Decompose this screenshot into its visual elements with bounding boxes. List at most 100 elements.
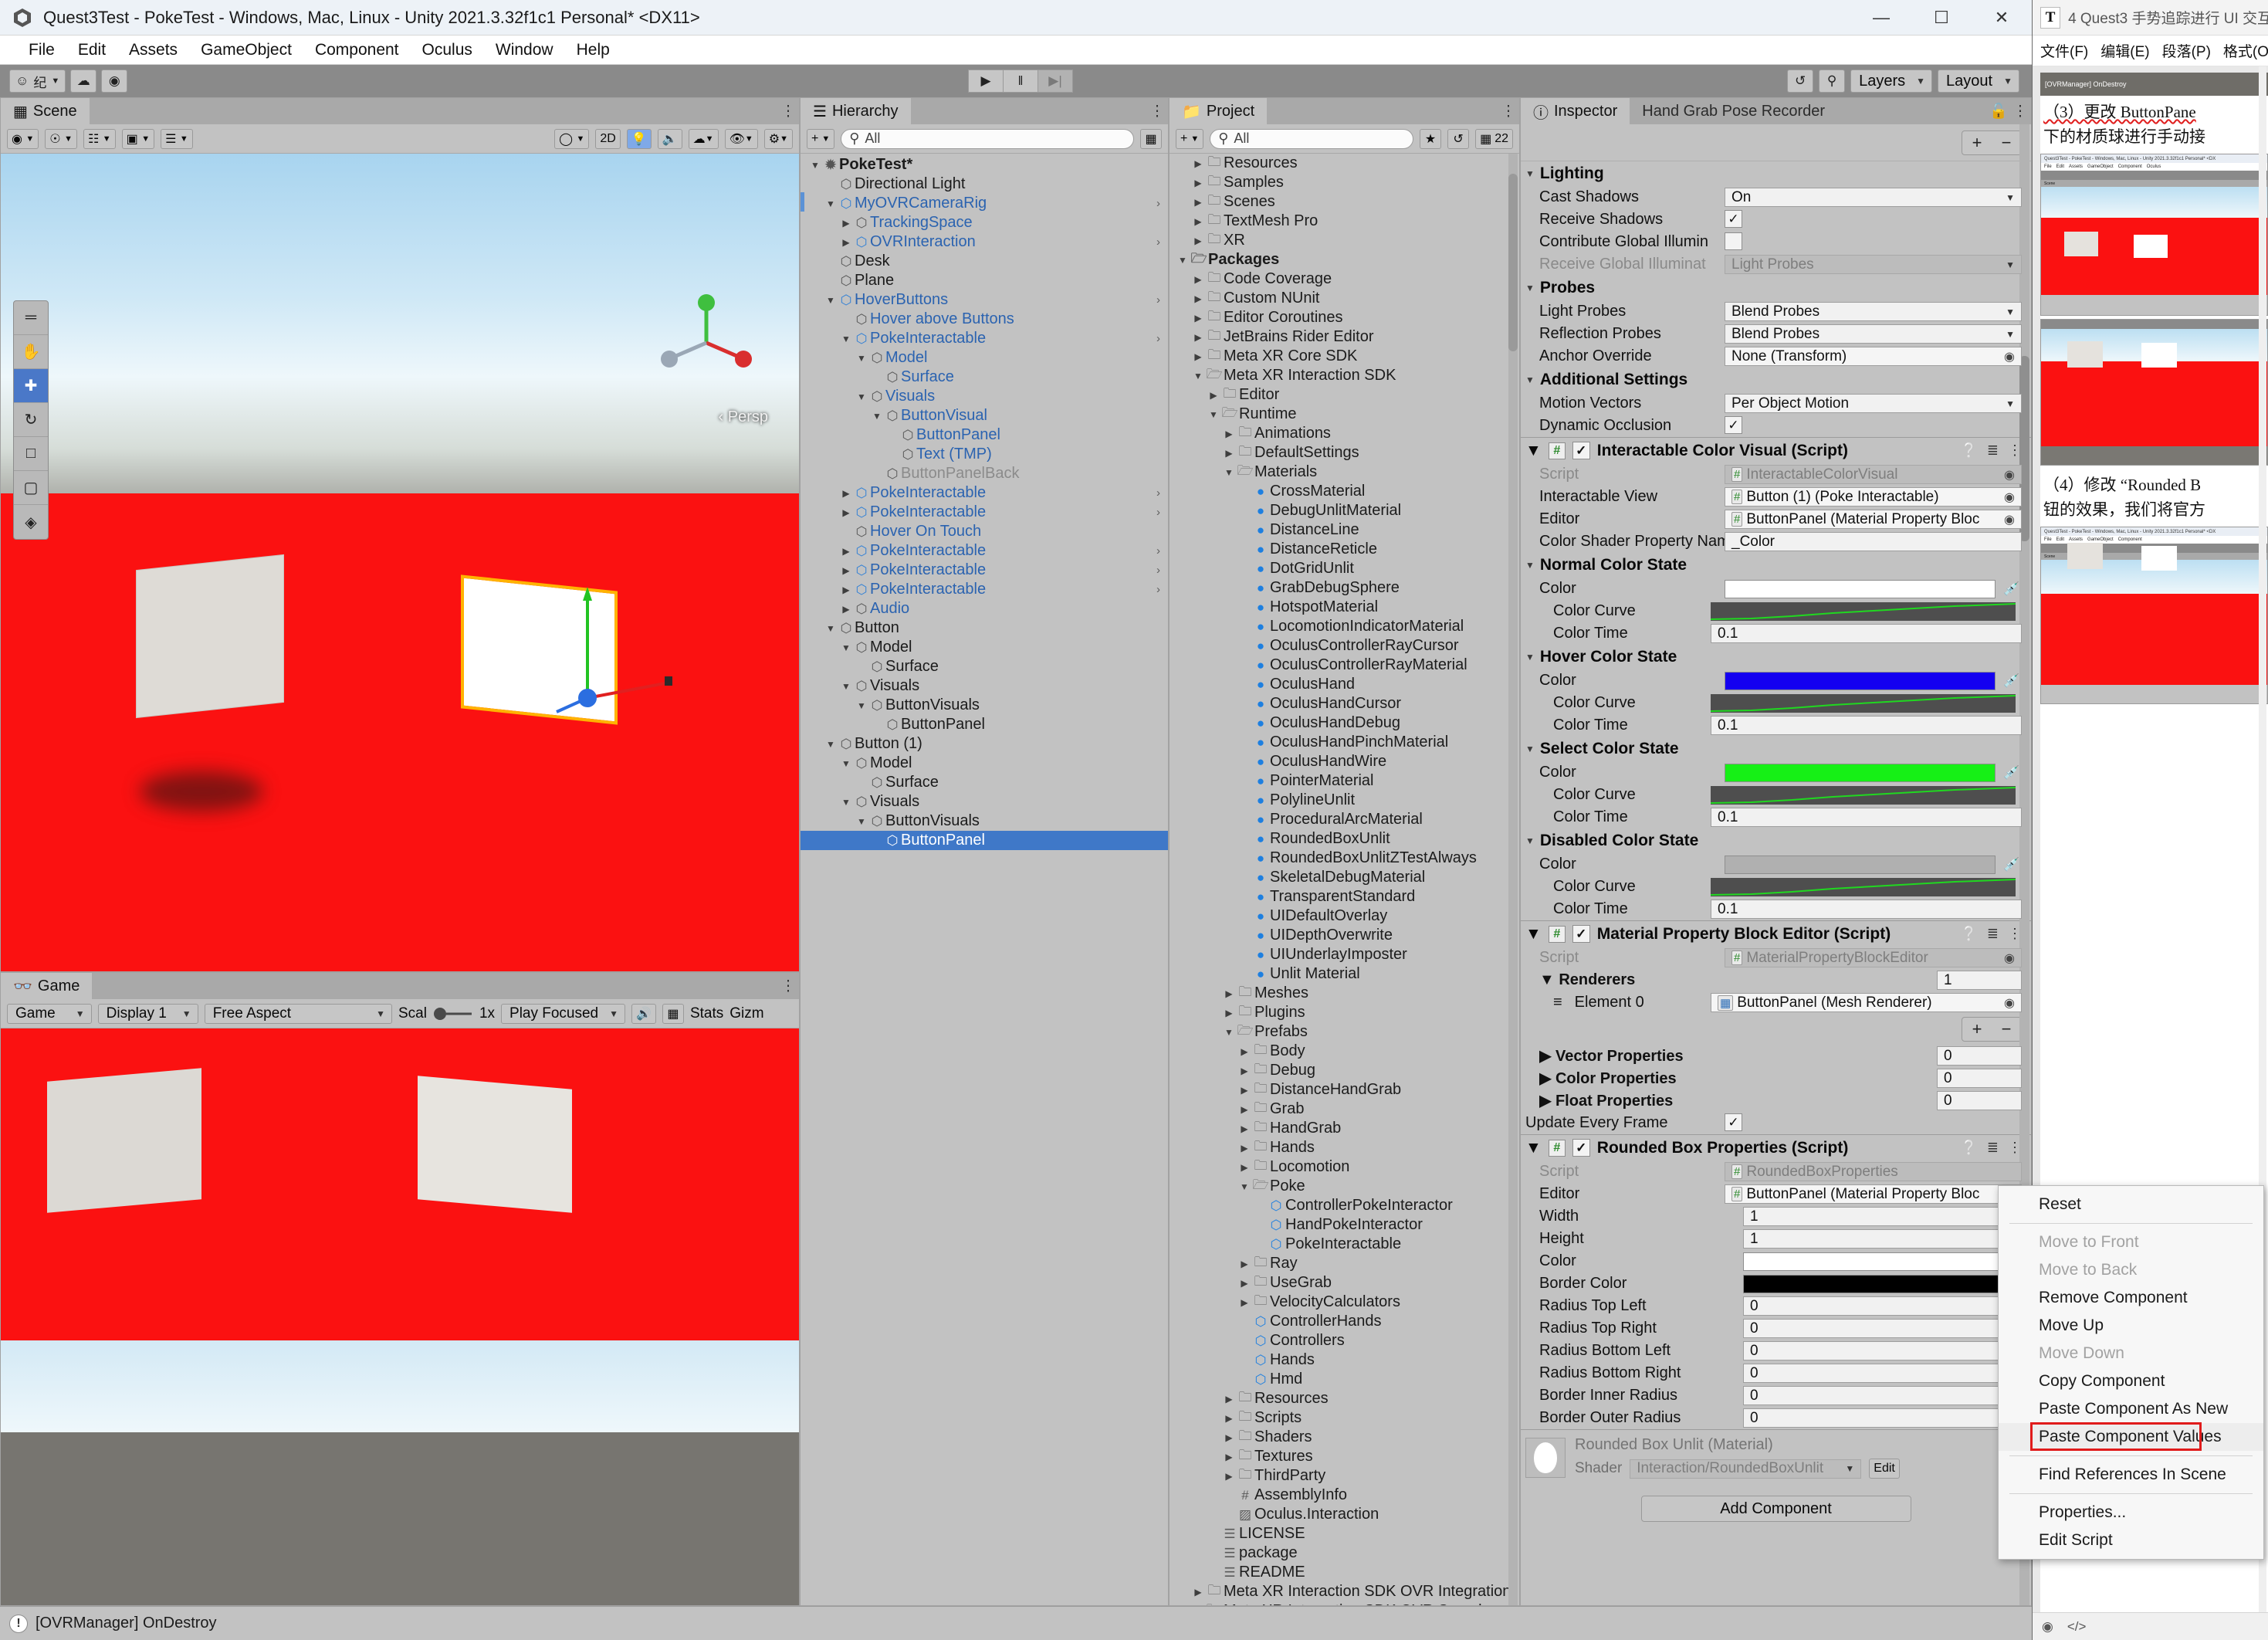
chevron-right-icon[interactable]: ▶ <box>1191 351 1205 362</box>
project-item[interactable]: ▶☰LICENSE <box>1170 1524 1519 1543</box>
project-item[interactable]: ▶●OculusHandDebug <box>1170 713 1519 733</box>
hierarchy-item[interactable]: ▶ ⬡ OVRInteraction › <box>801 232 1168 252</box>
chevron-right-icon[interactable]: ▶ <box>1222 988 1236 999</box>
hierarchy-item[interactable]: ▼ ⬡ Button (1) <box>801 734 1168 754</box>
project-item[interactable]: ▶ 🗀 Locomotion <box>1170 1157 1519 1177</box>
hierarchy-item[interactable]: ▶⬡Surface <box>801 773 1168 792</box>
chevron-down-icon[interactable]: ▼ <box>824 198 838 209</box>
project-item[interactable]: ▼ 🗁 Materials <box>1170 463 1519 482</box>
project-item[interactable]: ▶ 🗀 Editor <box>1170 385 1519 405</box>
project-item[interactable]: ▶●ProceduralArcMaterial <box>1170 810 1519 829</box>
project-item[interactable]: ▶●RoundedBoxUnlit <box>1170 829 1519 849</box>
project-item[interactable]: ▶ 🗀 Shaders <box>1170 1428 1519 1447</box>
scene-visibility-toggle[interactable]: 👁 ▼ <box>724 128 758 149</box>
project-item[interactable]: ▶ 🗀 XR <box>1170 231 1519 250</box>
eyedropper-icon[interactable]: 💉 <box>2002 857 2022 873</box>
transform-tool[interactable]: ◈ <box>14 505 48 539</box>
object-picker-icon[interactable]: ◉ <box>2004 349 2015 364</box>
hierarchy-add-button[interactable]: + ▼ <box>807 128 835 149</box>
hierarchy-item[interactable]: ▼ ⬡ MyOVRCameraRig › <box>801 194 1168 213</box>
chevron-down-icon[interactable]: ▼ <box>1176 255 1190 266</box>
chevron-right-icon[interactable]: ▶ <box>1222 1471 1236 1482</box>
tab-inspector[interactable]: ⓘ Inspector <box>1521 98 1630 124</box>
scene-2d-toggle[interactable]: 2D <box>595 128 621 149</box>
project-item[interactable]: ▶ 🗀 Scenes <box>1170 192 1519 212</box>
project-item[interactable]: ▼ 🗁 Packages <box>1170 250 1519 269</box>
prefab-open-arrow-icon[interactable]: › <box>1156 583 1160 596</box>
number-input[interactable]: 0 <box>1743 1296 2022 1316</box>
rect-tool[interactable]: ▢ <box>14 471 48 505</box>
doc-menu-format[interactable]: 格式(O) <box>2223 40 2268 61</box>
section-probes[interactable]: ▼ Probes <box>1521 276 2031 300</box>
project-icon-size-control[interactable]: ▦ 22 <box>1475 128 1513 149</box>
eyedropper-icon[interactable]: 💉 <box>2002 673 2022 689</box>
section-lighting[interactable]: ▼ Lighting <box>1521 161 2031 186</box>
game-scale-slider[interactable] <box>433 1007 473 1021</box>
project-item[interactable]: ▶●GrabDebugSphere <box>1170 578 1519 598</box>
renderer-element-object-field[interactable]: ▦ ButtonPanel (Mesh Renderer) ◉ <box>1711 993 2022 1012</box>
hierarchy-item[interactable]: ▶ ⬡ Audio <box>801 599 1168 618</box>
project-item[interactable]: ▶●OculusHandPinchMaterial <box>1170 733 1519 752</box>
menu-component[interactable]: Component <box>303 36 411 65</box>
project-item[interactable]: ▶●SkeletalDebugMaterial <box>1170 868 1519 887</box>
context-menu-item[interactable]: Paste Component Values <box>1999 1423 2263 1451</box>
chevron-right-icon[interactable]: ▶ <box>839 585 853 595</box>
project-item[interactable]: ▶●UIDefaultOverlay <box>1170 906 1519 926</box>
interactable-view-object-field[interactable]: # Button (1) (Poke Interactable) ◉ <box>1725 487 2022 507</box>
chevron-right-icon[interactable]: ▶ <box>1191 197 1205 208</box>
tab-hand-grab-pose-recorder[interactable]: Hand Grab Pose Recorder <box>1630 98 1837 124</box>
drag-handle-icon[interactable]: ≡ <box>1553 994 1562 1011</box>
hierarchy-panel-menu-icon[interactable]: ⋮ <box>1146 98 1168 124</box>
project-item[interactable]: ▶ 🗀 ThirdParty <box>1170 1466 1519 1486</box>
tab-scene[interactable]: ▦ Scene <box>1 98 90 124</box>
float-properties-label[interactable]: ▶ Float Properties <box>1539 1091 1743 1110</box>
menu-assets[interactable]: Assets <box>117 36 189 65</box>
project-item[interactable]: ▶⬡HandPokeInteractor <box>1170 1215 1519 1235</box>
chevron-right-icon[interactable]: ▶ <box>1191 313 1205 324</box>
menu-oculus[interactable]: Oculus <box>411 36 484 65</box>
animation-curve-field[interactable] <box>1711 601 2016 621</box>
animation-curve-field[interactable] <box>1711 785 2016 805</box>
chevron-right-icon[interactable]: ▶ <box>1237 1123 1251 1134</box>
chevron-right-icon[interactable]: ▶ <box>839 546 853 557</box>
project-item[interactable]: ▶●DistanceLine <box>1170 520 1519 540</box>
chevron-down-icon[interactable]: ▼ <box>1191 371 1205 381</box>
color-time-input[interactable]: 0.1 <box>1711 808 2022 827</box>
chevron-right-icon[interactable]: ▶ <box>1237 1143 1251 1154</box>
color-swatch[interactable] <box>1725 763 1996 782</box>
number-input[interactable]: 0 <box>1743 1364 2022 1383</box>
color-swatch[interactable] <box>1725 855 1996 874</box>
context-menu-item[interactable]: Paste Component As New <box>1999 1395 2263 1423</box>
hierarchy-search-input[interactable]: ⚲ All <box>841 128 1134 149</box>
scene-fx-dropdown[interactable]: ☁ ▼ <box>688 128 719 149</box>
object-picker-icon[interactable]: ◉ <box>2004 995 2015 1011</box>
chevron-right-icon[interactable]: ▶ <box>1191 216 1205 227</box>
chevron-right-icon[interactable]: ▶ <box>1237 1066 1251 1076</box>
cloud-button[interactable]: ☁ <box>70 69 97 93</box>
hierarchy-item[interactable]: ▶⬡Surface <box>801 368 1168 387</box>
project-item[interactable]: ▶●Unlit Material <box>1170 964 1519 984</box>
chevron-down-icon[interactable]: ▼ <box>1222 467 1236 478</box>
account-button[interactable]: ☺ 纪 ▼ <box>9 69 66 93</box>
chevron-right-icon[interactable]: ▶ <box>1191 293 1205 304</box>
project-item[interactable]: ▶●RoundedBoxUnlitZTestAlways <box>1170 849 1519 868</box>
hand-tool[interactable]: ✋ <box>14 335 48 369</box>
chevron-right-icon[interactable]: ▶ <box>1237 1297 1251 1308</box>
hierarchy-item[interactable]: ▶⬡Hover On Touch <box>801 522 1168 541</box>
project-search-input[interactable]: ⚲ All <box>1210 128 1414 149</box>
float-properties-count[interactable]: 0 <box>1937 1091 2022 1110</box>
renderers-label[interactable]: ▼ Renderers <box>1539 971 1743 989</box>
contribute-gi-checkbox[interactable] <box>1725 232 1742 250</box>
project-item[interactable]: ▶ 🗀 Animations <box>1170 424 1519 443</box>
context-menu-item[interactable]: Edit Script <box>1999 1526 2263 1554</box>
number-input[interactable]: 1 <box>1743 1207 2022 1226</box>
project-item[interactable]: ▶☰README <box>1170 1563 1519 1582</box>
project-item[interactable]: ▶●DotGridUnlit <box>1170 559 1519 578</box>
prefab-open-arrow-icon[interactable]: › <box>1156 506 1160 519</box>
help-icon[interactable]: ❔ <box>1960 1140 1977 1156</box>
hierarchy-item[interactable]: ▼ ⬡ ButtonVisual <box>801 406 1168 425</box>
tab-project[interactable]: 📁 Project <box>1170 98 1268 124</box>
number-input[interactable]: 0 <box>1743 1319 2022 1338</box>
project-item[interactable]: ▶●OculusHandCursor <box>1170 694 1519 713</box>
project-history-button[interactable]: ↺ <box>1447 128 1470 149</box>
